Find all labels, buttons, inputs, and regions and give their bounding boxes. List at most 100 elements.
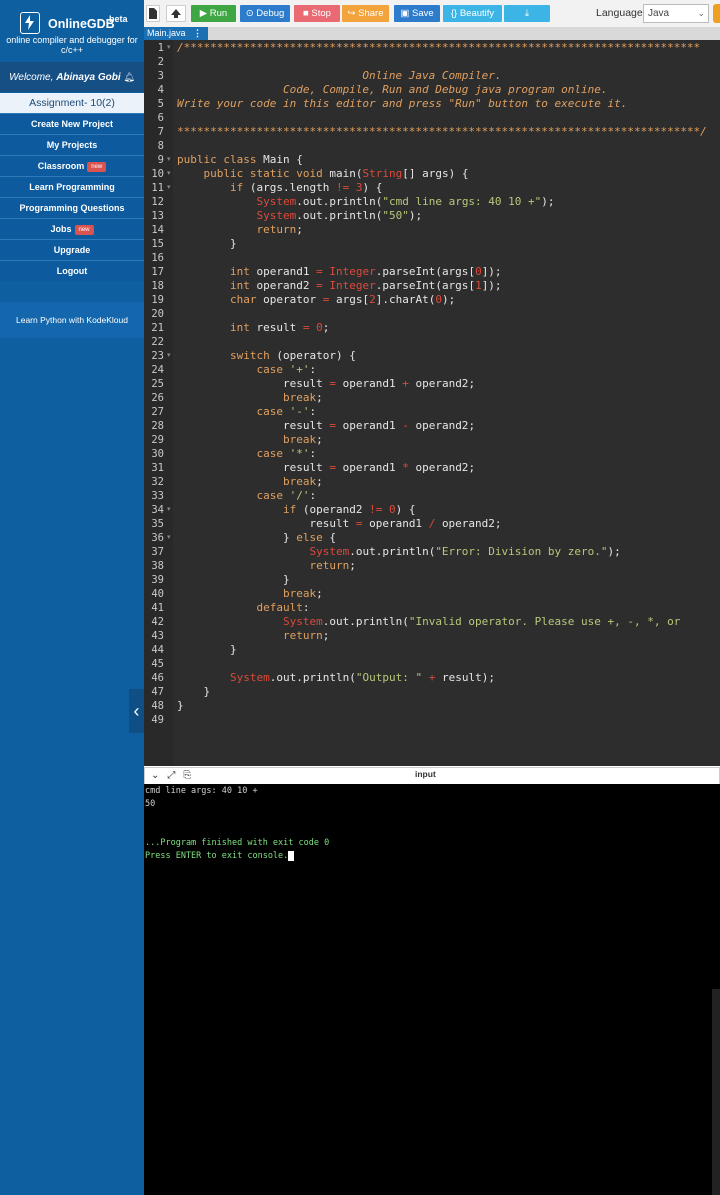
code-line[interactable]: result = operand1 - operand2; [177, 419, 475, 433]
code-line[interactable]: int operand1 = Integer.parseInt(args[0])… [177, 265, 502, 279]
code-line[interactable]: break; [177, 475, 323, 489]
code-line[interactable]: break; [177, 391, 323, 405]
code-line[interactable]: result = operand1 * operand2; [177, 461, 475, 475]
nav-jobs[interactable]: Jobs new [0, 218, 144, 239]
console-cursor [288, 850, 295, 861]
code-line[interactable]: Online Java Compiler. [177, 69, 501, 83]
code-line[interactable]: } [177, 237, 237, 251]
line-number: 2 [157, 56, 164, 68]
code-line[interactable]: System.out.println("50"); [177, 209, 422, 223]
assignment-link[interactable]: Assignment- 10(2) [0, 93, 144, 113]
tab-main-java[interactable]: Main.java ⋮ [144, 27, 208, 40]
language-select[interactable]: Java ⌄ [643, 4, 709, 23]
nav-my-projects[interactable]: My Projects [0, 134, 144, 155]
code-line[interactable]: } [177, 643, 237, 657]
line-number: 49 [151, 714, 164, 726]
new-badge: new [74, 224, 94, 235]
fold-arrow-icon[interactable]: ▾ [167, 531, 171, 545]
code-line[interactable]: System.out.println("Error: Division by z… [177, 545, 620, 559]
nav-label: Learn Programming [29, 182, 115, 192]
code-line[interactable]: } [177, 699, 184, 713]
code-line[interactable]: case '-': [177, 405, 316, 419]
code-line[interactable]: public static void main(String[] args) { [177, 167, 469, 181]
toolbar: ▶ Run ⊙ Debug ■ Stop ↪ Share ▣ Save {} B… [144, 0, 720, 28]
fold-arrow-icon[interactable]: ▾ [167, 153, 171, 167]
save-button[interactable]: ▣ Save [394, 5, 440, 22]
code-line[interactable]: Code, Compile, Run and Debug java progra… [177, 83, 608, 97]
nav-classroom[interactable]: Classroom new [0, 155, 144, 176]
code-line[interactable]: if (operand2 != 0) { [177, 503, 415, 517]
share-button[interactable]: ↪ Share [342, 5, 389, 22]
new-file-icon[interactable] [146, 5, 160, 22]
code-editor[interactable]: 1 ▾ 2 3 4 5 6 7 8 9 ▾ 10 ▾ 11 ▾ 12 13 14 15 16 17 18 19 20 21 22 2… [144, 40, 720, 766]
console-output[interactable]: cmd line args: 40 10 + 50 ...Program finis… [144, 784, 720, 1195]
code-line[interactable]: System.out.println("cmd line args: 40 10… [177, 195, 554, 209]
fold-arrow-icon[interactable]: ▾ [167, 41, 171, 55]
beautify-button[interactable]: {} Beautify [443, 5, 502, 22]
kebab-menu-icon[interactable]: ⋮ [193, 27, 202, 40]
nav-logout[interactable]: Logout [0, 260, 144, 281]
line-number: 44 [151, 644, 164, 656]
code-line[interactable]: switch (operator) { [177, 349, 356, 363]
input-tab[interactable]: input [415, 769, 436, 779]
code-line[interactable]: } [177, 685, 210, 699]
code-line[interactable]: int result = 0; [177, 321, 329, 335]
code-line[interactable]: return; [177, 629, 329, 643]
code-line[interactable]: } [177, 573, 290, 587]
nav-create-new-project[interactable]: Create New Project [0, 113, 144, 134]
code-line[interactable]: System.out.println("Invalid operator. Pl… [177, 615, 680, 629]
line-number: 13 [151, 210, 164, 222]
bell-icon[interactable]: 🔔︎ [123, 72, 134, 82]
code-line[interactable]: if (args.length != 3) { [177, 181, 382, 195]
code-line[interactable]: char operator = args[2].charAt(0); [177, 293, 455, 307]
line-number: 46 [151, 672, 164, 684]
fold-arrow-icon[interactable]: ▾ [167, 349, 171, 363]
welcome-bar[interactable]: Welcome, Abinaya Gobi 🔔︎ [0, 62, 144, 92]
brand-header[interactable]: OnlineGDB beta online compiler and debug… [0, 0, 144, 62]
nav-learn-programming[interactable]: Learn Programming [0, 176, 144, 197]
line-number: 4 [157, 84, 164, 96]
upload-icon[interactable] [166, 5, 186, 22]
line-number: 38 [151, 560, 164, 572]
code-line[interactable]: public class Main { [177, 153, 303, 167]
fold-arrow-icon[interactable]: ▾ [167, 181, 171, 195]
code-line[interactable]: break; [177, 433, 323, 447]
code-line[interactable]: result = operand1 + operand2; [177, 377, 475, 391]
code-line[interactable]: result = operand1 / operand2; [177, 517, 501, 531]
code-line[interactable]: } else { [177, 531, 336, 545]
share-label: Share [358, 8, 384, 19]
stop-label: Stop [311, 8, 331, 19]
expand-icon[interactable]: ⤢ [167, 770, 183, 781]
code-line[interactable]: int operand2 = Integer.parseInt(args[1])… [177, 279, 502, 293]
code-line[interactable]: return; [177, 223, 302, 237]
code-line[interactable]: /***************************************… [177, 41, 700, 55]
code-line[interactable]: case '*': [177, 447, 316, 461]
fold-arrow-icon[interactable]: ▾ [167, 167, 171, 181]
collapse-sidebar-icon[interactable]: ‹ [129, 689, 144, 733]
code-line[interactable]: return; [177, 559, 355, 573]
line-number: 7 [157, 126, 164, 138]
tab-label: Main.java [147, 28, 186, 38]
settings-icon[interactable] [713, 4, 720, 23]
file-tab-bar: Main.java ⋮ [144, 27, 720, 40]
code-line[interactable]: Write your code in this editor and press… [177, 97, 627, 111]
run-button[interactable]: ▶ Run [191, 5, 236, 22]
line-number: 20 [151, 308, 164, 320]
nav-programming-questions[interactable]: Programming Questions [0, 197, 144, 218]
console-scrollbar[interactable] [712, 989, 720, 1195]
code-line[interactable]: break; [177, 587, 323, 601]
stop-button[interactable]: ■ Stop [294, 5, 340, 22]
output-controls: ⌄⤢⎘ [151, 770, 199, 781]
chevron-down-icon[interactable]: ⌄ [151, 770, 167, 781]
nav-upgrade[interactable]: Upgrade [0, 239, 144, 260]
code-line[interactable]: ****************************************… [177, 125, 707, 139]
learn-python-promo[interactable]: Learn Python with KodeKloud [0, 302, 144, 338]
code-line[interactable]: default: [177, 601, 309, 615]
code-line[interactable]: case '/': [177, 489, 316, 503]
code-line[interactable]: System.out.println("Output: " + result); [177, 671, 495, 685]
fold-arrow-icon[interactable]: ▾ [167, 503, 171, 517]
debug-button[interactable]: ⊙ Debug [240, 5, 290, 22]
download-button[interactable]: ⤓ [504, 5, 550, 22]
copy-icon[interactable]: ⎘ [183, 770, 199, 781]
code-line[interactable]: case '+': [177, 363, 316, 377]
